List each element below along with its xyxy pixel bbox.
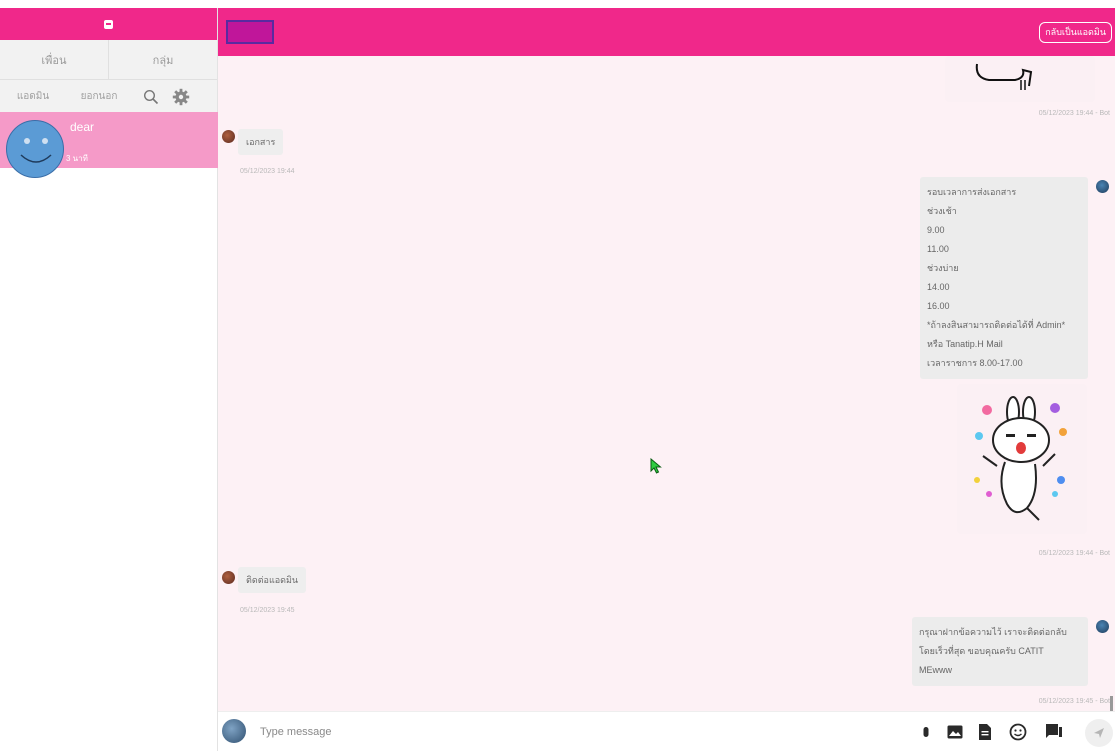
smiley-avatar-icon (6, 120, 64, 178)
message-meta: 05/12/2023 19:44 (240, 168, 295, 175)
send-icon (1094, 728, 1104, 738)
message-bubble-in: ติดต่อแอดมิน (238, 567, 307, 593)
message-line: 16.00 (927, 301, 950, 311)
contact-item[interactable]: dear 3 นาที (0, 112, 218, 178)
message-line: 11.00 (927, 244, 949, 254)
message-meta: 05/12/2023 19:44 - Bot (1038, 110, 1110, 117)
message-line: ช่วงบ่าย (927, 263, 959, 273)
message-line: 9.00 (927, 225, 945, 235)
message-input[interactable] (248, 718, 904, 746)
admin-avatar-icon (1096, 620, 1109, 633)
search-icon[interactable] (140, 86, 162, 108)
message-line: *ถ้าลงสินสามารถติดต่อได้ที่ Admin* (927, 320, 1066, 330)
sidebar-subtabs: แอดมิน ยอกนอก (0, 80, 217, 114)
message-bubble-in: เอกสาร (238, 129, 284, 155)
subtab-outside[interactable]: ยอกนอก (66, 80, 132, 114)
user-avatar-icon (222, 130, 235, 143)
sidebar-header (0, 8, 217, 40)
message-line: ช่วงเช้า (927, 206, 957, 216)
message-line: โดยเร็วที่สุด ขอบคุณครับ CATIT (919, 646, 1044, 656)
message-line: กรุณาฝากข้อความไว้ เราจะติดต่อกลับ (919, 627, 1067, 637)
sticker-message (945, 56, 1095, 102)
chat-icon[interactable] (1044, 722, 1064, 742)
emoji-icon[interactable] (1008, 722, 1028, 742)
tab-friends[interactable]: เพื่อน (0, 40, 109, 79)
message-line: เวลาราชการ 8.00-17.00 (927, 358, 1023, 368)
chat-header: กลับเป็นแอดมิน (218, 8, 1115, 56)
message-meta: 05/12/2023 19:44 - Bot (1038, 550, 1110, 557)
sidebar: เพื่อน กลุ่ม แอดมิน ยอกนอก dear 3 นาที (0, 8, 218, 751)
app-icon (104, 19, 113, 29)
sticker-bunny-image (974, 396, 1067, 521)
attachment-icon[interactable] (916, 722, 936, 742)
message-bubble-out: กรุณาฝากข้อความไว้ เราจะติดต่อกลับ โดยเร… (912, 617, 1088, 686)
message-list: 05/12/2023 19:44 - Bot เอกสาร 05/12/2023… (218, 56, 1115, 714)
gear-icon[interactable] (170, 86, 192, 108)
message-bubble-out: รอบเวลาการส่งเอกสาร ช่วงเช้า 9.00 11.00 … (920, 177, 1088, 379)
message-line: รอบเวลาการส่งเอกสาร (927, 187, 1017, 197)
chat-panel: กลับเป็นแอดมิน 05/12/2023 19:44 - Bot เอ… (218, 8, 1115, 751)
sticker-message (957, 384, 1087, 534)
composer-avatar (222, 719, 246, 743)
send-button[interactable] (1085, 719, 1113, 747)
message-line: MEwww (919, 665, 952, 675)
image-icon[interactable] (945, 722, 965, 742)
file-icon[interactable] (975, 722, 995, 742)
contact-name: dear (70, 120, 95, 134)
sticker-hand-image (975, 63, 1033, 90)
message-meta: 05/12/2023 19:45 - Bot (1038, 698, 1110, 705)
mouse-cursor-icon (650, 458, 662, 474)
subtab-admin[interactable]: แอดมิน (0, 80, 66, 114)
message-line: หรือ Tanatip.H Mail (927, 339, 1003, 349)
contact-time: 3 นาที (66, 154, 88, 163)
admin-avatar-icon (1096, 180, 1109, 193)
user-avatar-icon (222, 571, 235, 584)
message-meta: 05/12/2023 19:45 (240, 607, 295, 614)
sidebar-tabs: เพื่อน กลุ่ม (0, 40, 217, 80)
top-strip (0, 0, 1115, 8)
header-placeholder-box (226, 20, 274, 44)
message-line: 14.00 (927, 282, 950, 292)
tab-groups[interactable]: กลุ่ม (109, 40, 217, 79)
message-composer (218, 711, 1115, 751)
back-to-admin-button[interactable]: กลับเป็นแอดมิน (1039, 22, 1112, 43)
